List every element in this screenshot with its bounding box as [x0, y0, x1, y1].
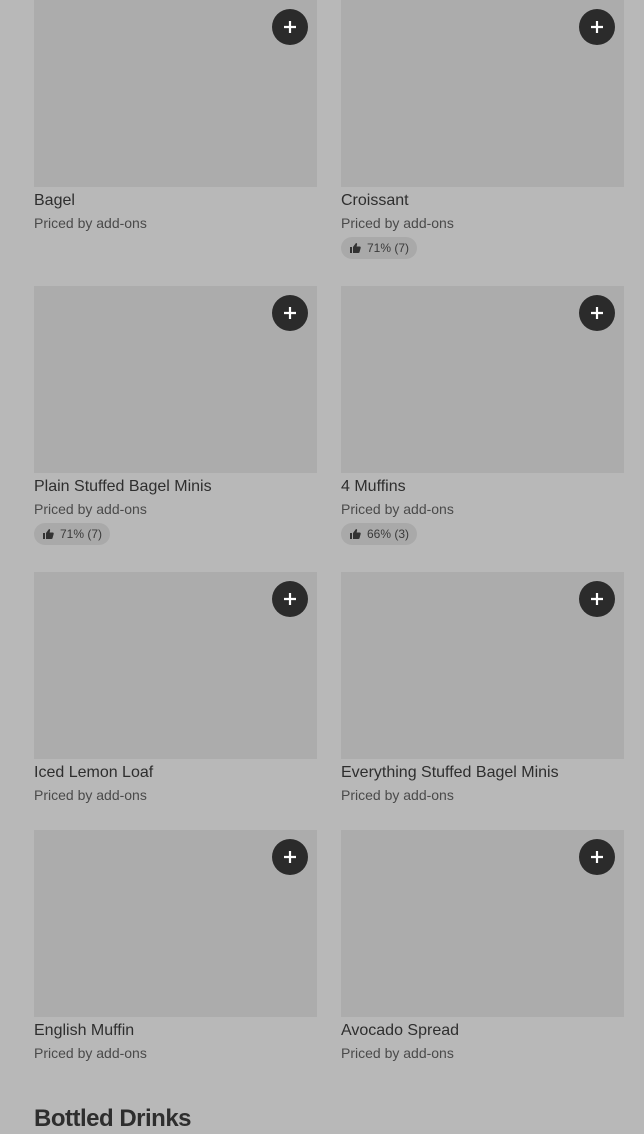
item-image[interactable] [341, 572, 624, 759]
rating-text: 71% (7) [60, 527, 103, 541]
menu-item-card[interactable]: Bagel Priced by add-ons [34, 0, 317, 259]
plus-icon [591, 21, 603, 33]
menu-item-card[interactable]: Iced Lemon Loaf Priced by add-ons [34, 572, 317, 803]
add-item-button[interactable] [579, 839, 615, 875]
add-item-button[interactable] [272, 295, 308, 331]
add-item-button[interactable] [272, 9, 308, 45]
plus-icon [591, 851, 603, 863]
plus-icon [591, 593, 603, 605]
thumbs-up-icon [350, 529, 361, 539]
item-name: Iced Lemon Loaf [34, 764, 154, 781]
item-name: Avocado Spread [341, 1022, 460, 1039]
plus-icon [284, 593, 296, 605]
plus-icon [284, 851, 296, 863]
menu-item-card[interactable]: Croissant Priced by add-ons 71% (7) [341, 0, 624, 259]
item-price: Priced by add-ons [34, 1045, 147, 1061]
item-image[interactable] [34, 572, 317, 759]
item-price: Priced by add-ons [341, 501, 454, 517]
item-image[interactable] [34, 286, 317, 473]
item-image[interactable] [34, 0, 317, 187]
item-price: Priced by add-ons [34, 787, 147, 803]
plus-icon [591, 307, 603, 319]
item-price: Priced by add-ons [34, 215, 147, 231]
add-item-button[interactable] [579, 9, 615, 45]
menu-item-card[interactable]: Avocado Spread Priced by add-ons [341, 830, 624, 1061]
item-name: English Muffin [34, 1022, 135, 1039]
rating-badge: 71% (7) [34, 523, 111, 545]
thumbs-up-icon [43, 529, 54, 539]
item-image[interactable] [341, 286, 624, 473]
item-image[interactable] [341, 830, 624, 1017]
item-image[interactable] [341, 0, 624, 187]
add-item-button[interactable] [272, 581, 308, 617]
menu-item-card[interactable]: Plain Stuffed Bagel Minis Priced by add-… [34, 286, 317, 545]
menu-item-grid: Iced Lemon Loaf Priced by add-ons Everyt… [34, 572, 624, 803]
thumbs-up-icon [350, 243, 361, 253]
rating-badge: 66% (3) [341, 523, 418, 545]
item-price: Priced by add-ons [34, 501, 147, 517]
add-item-button[interactable] [579, 295, 615, 331]
add-item-button[interactable] [579, 581, 615, 617]
menu-item-card[interactable]: Everything Stuffed Bagel Minis Priced by… [341, 572, 624, 803]
rating-text: 66% (3) [367, 527, 410, 541]
section-title-bottled-drinks: Bottled Drinks [34, 1105, 192, 1132]
item-name: Plain Stuffed Bagel Minis [34, 478, 212, 495]
rating-badge: 71% (7) [341, 237, 418, 259]
item-name: Croissant [341, 192, 409, 209]
item-price: Priced by add-ons [341, 215, 454, 231]
item-name: 4 Muffins [341, 478, 406, 495]
item-name: Bagel [34, 192, 75, 209]
plus-icon [284, 21, 296, 33]
rating-text: 71% (7) [367, 241, 410, 255]
menu-item-grid: Bagel Priced by add-ons Croissant Priced… [34, 0, 624, 259]
add-item-button[interactable] [272, 839, 308, 875]
menu-item-grid: English Muffin Priced by add-ons Avocado… [34, 830, 624, 1061]
item-name: Everything Stuffed Bagel Minis [341, 764, 559, 781]
menu-item-card[interactable]: English Muffin Priced by add-ons [34, 830, 317, 1061]
item-image[interactable] [34, 830, 317, 1017]
menu-item-card[interactable]: 4 Muffins Priced by add-ons 66% (3) [341, 286, 624, 545]
plus-icon [284, 307, 296, 319]
item-price: Priced by add-ons [341, 1045, 454, 1061]
menu-item-grid: Plain Stuffed Bagel Minis Priced by add-… [34, 286, 624, 545]
item-price: Priced by add-ons [341, 787, 454, 803]
